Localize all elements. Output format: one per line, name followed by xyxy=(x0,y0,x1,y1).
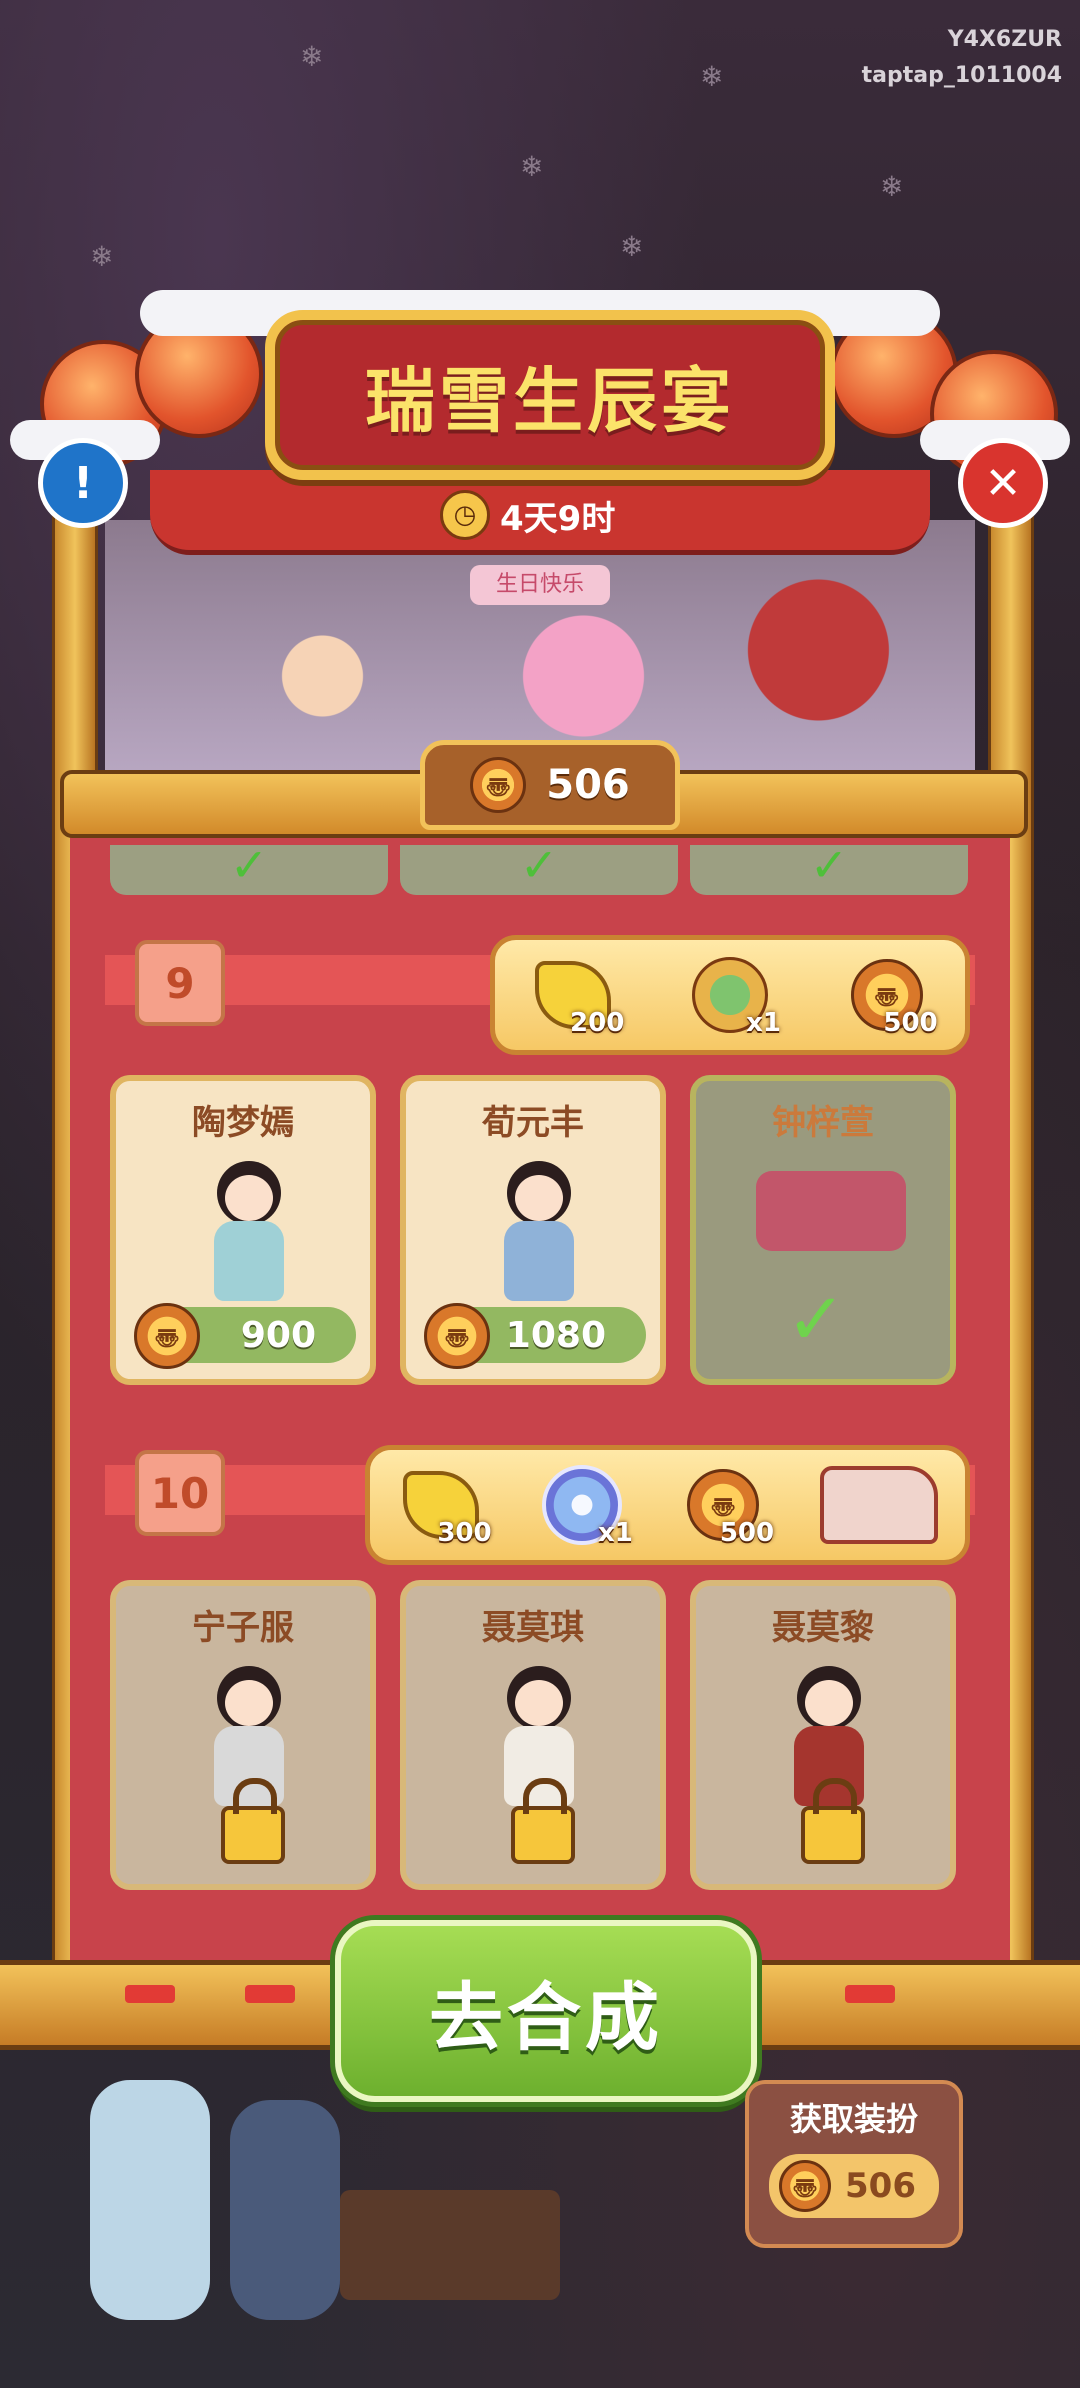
watermark: Y4X6ZUR taptap_1011004 xyxy=(862,22,1062,94)
snowflake-icon: ❄ xyxy=(90,240,114,273)
reward-count: x1 xyxy=(746,1008,781,1038)
price-button[interactable]: 〠 900 xyxy=(134,1303,356,1369)
event-title-plate: 瑞雪生辰宴 xyxy=(265,310,835,480)
coin-token-icon: 〠 xyxy=(424,1303,490,1369)
lock-icon xyxy=(801,1778,865,1864)
price-value: 1080 xyxy=(505,1314,606,1356)
reward-item xyxy=(819,1460,939,1550)
ledge-decoration xyxy=(845,1985,895,2003)
tier-reward-plate[interactable]: 200 x1 〠 500 xyxy=(490,935,970,1055)
price-button[interactable]: 〠 1080 xyxy=(424,1303,646,1369)
previous-tier-card: ✓ xyxy=(110,838,388,895)
snowflake-icon: ❄ xyxy=(520,150,544,183)
get-outfit-label: 获取装扮 xyxy=(789,2100,918,2138)
snowflake-icon: ❄ xyxy=(700,60,724,93)
close-button[interactable]: ✕ xyxy=(958,438,1048,528)
event-timer: ◷ 4天9时 xyxy=(440,490,615,540)
outfit-currency: 〠 506 xyxy=(769,2154,939,2218)
reward-count: 200 xyxy=(570,1008,625,1038)
reward-item: x1 xyxy=(685,950,781,1040)
info-button[interactable]: ! xyxy=(38,438,128,528)
background-character xyxy=(230,2100,340,2320)
outfit-name: 聂莫黎 xyxy=(772,1608,874,1648)
outfit-card[interactable]: 陶梦嫣 〠 900 xyxy=(110,1075,376,1385)
tier-level-badge: 9 xyxy=(135,940,225,1026)
reward-item: x1 xyxy=(537,1460,633,1550)
info-icon: ! xyxy=(72,457,94,509)
timer-text: 4天9时 xyxy=(500,498,616,539)
reward-count: 300 xyxy=(437,1518,492,1548)
check-icon: ✓ xyxy=(809,838,849,892)
lock-icon xyxy=(221,1778,285,1864)
outfit-name: 宁子服 xyxy=(192,1608,294,1648)
snowflake-icon: ❄ xyxy=(880,170,904,203)
outfit-card-locked[interactable]: 宁子服 xyxy=(110,1580,376,1890)
event-title: 瑞雪生辰宴 xyxy=(365,358,735,442)
outfit-currency-value: 506 xyxy=(845,2166,916,2206)
decoration-figure xyxy=(756,1161,906,1261)
reward-count: x1 xyxy=(598,1518,633,1548)
reward-count: 500 xyxy=(883,1008,938,1038)
currency-value: 506 xyxy=(546,762,630,808)
get-outfit-panel[interactable]: 获取装扮 〠 506 xyxy=(745,2080,963,2248)
outfit-name: 钟梓萱 xyxy=(772,1103,874,1143)
lock-icon xyxy=(511,1778,575,1864)
previous-tier-card: ✓ xyxy=(690,838,968,895)
scene-banner: 生日快乐 xyxy=(470,565,610,605)
watermark-user: taptap_1011004 xyxy=(861,63,1062,88)
price-value: 900 xyxy=(240,1314,316,1356)
outfit-name: 荀元丰 xyxy=(482,1103,584,1143)
coin-token-icon: 〠 xyxy=(470,757,527,813)
close-icon: ✕ xyxy=(984,457,1022,509)
outfit-card-owned[interactable]: 钟梓萱 ✓ xyxy=(690,1075,956,1385)
owned-check-icon: ✓ xyxy=(786,1277,847,1361)
food-truck-icon xyxy=(820,1466,939,1544)
tier-reward-plate[interactable]: 300 x1 〠 500 xyxy=(365,1445,970,1565)
coin-token-icon: 〠 xyxy=(779,2160,831,2212)
character-figure xyxy=(199,1161,299,1311)
reward-item: 〠 500 xyxy=(678,1460,774,1550)
coin-token-icon: 〠 xyxy=(134,1303,200,1369)
reward-item: 300 xyxy=(396,1460,492,1550)
background-table xyxy=(340,2190,560,2300)
previous-tier-card: ✓ xyxy=(400,838,678,895)
clock-icon: ◷ xyxy=(440,490,490,540)
outfit-card-locked[interactable]: 聂莫琪 xyxy=(400,1580,666,1890)
outfit-card[interactable]: 荀元丰 〠 1080 xyxy=(400,1075,666,1385)
outfit-name: 陶梦嫣 xyxy=(192,1103,294,1143)
reward-item: 200 xyxy=(528,950,624,1040)
reward-item: 〠 500 xyxy=(842,950,938,1040)
reward-count: 500 xyxy=(719,1518,775,1548)
watermark-id: Y4X6ZUR xyxy=(947,27,1062,52)
currency-display: 〠 506 xyxy=(420,740,680,830)
background-character xyxy=(90,2080,210,2320)
outfit-card-locked[interactable]: 聂莫黎 xyxy=(690,1580,956,1890)
ledge-decoration xyxy=(245,1985,295,2003)
character-figure xyxy=(489,1161,589,1311)
outfit-name: 聂莫琪 xyxy=(482,1608,584,1648)
tier-level-badge: 10 xyxy=(135,1450,225,1536)
snowflake-icon: ❄ xyxy=(300,40,324,73)
go-merge-button[interactable]: 去合成 xyxy=(335,1920,757,2102)
ledge-decoration xyxy=(125,1985,175,2003)
check-icon: ✓ xyxy=(229,838,269,892)
go-merge-label: 去合成 xyxy=(429,1974,663,2061)
check-icon: ✓ xyxy=(519,838,559,892)
snowflake-icon: ❄ xyxy=(620,230,644,263)
